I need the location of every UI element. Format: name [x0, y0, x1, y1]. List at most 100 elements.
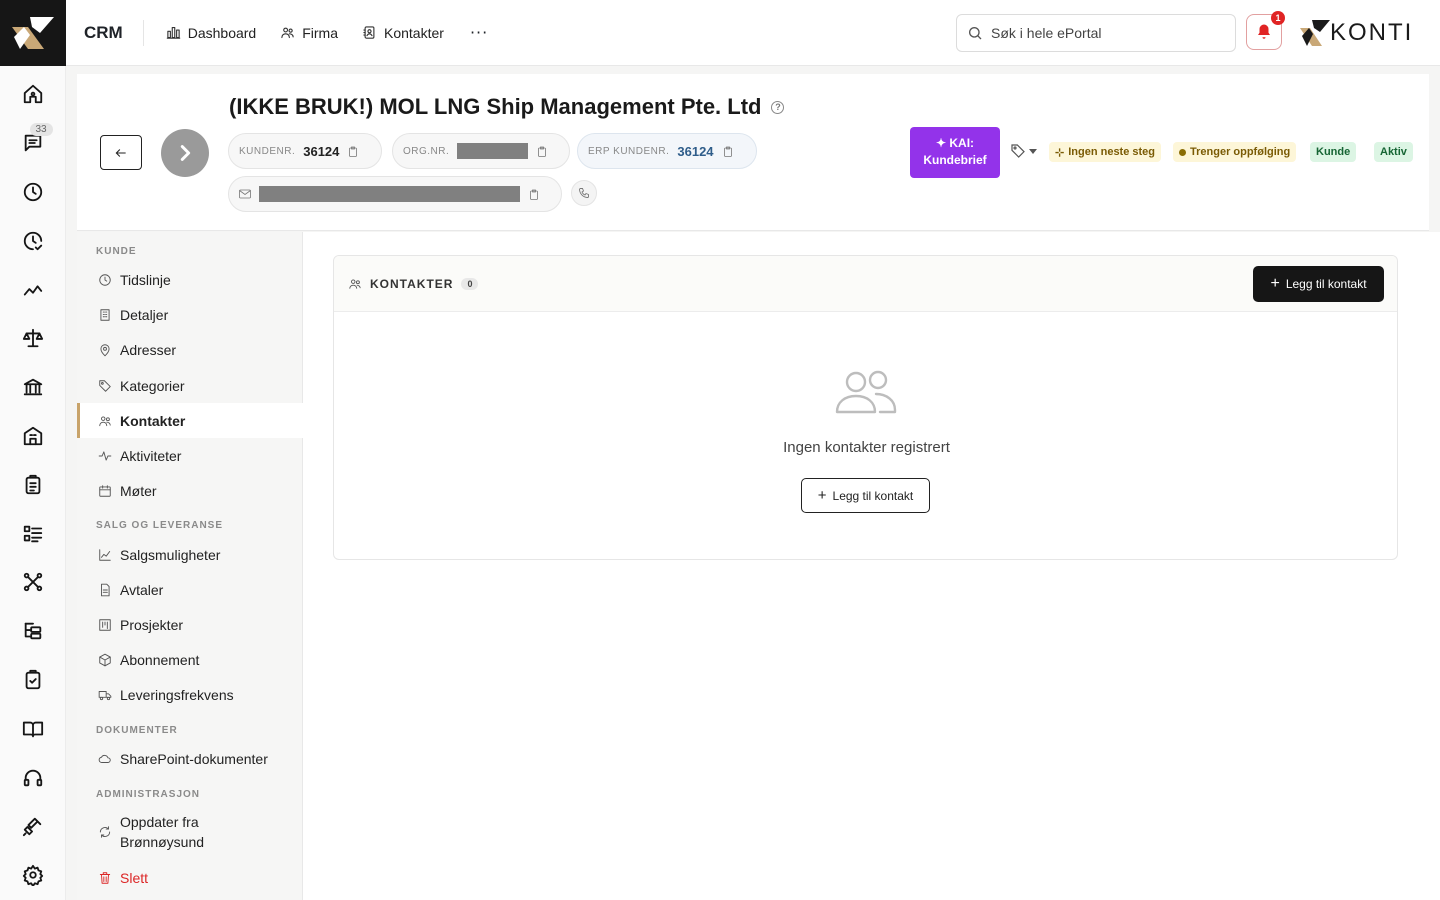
app-logo[interactable] — [0, 0, 66, 66]
sidebar-item-kategorier[interactable]: Kategorier — [77, 368, 303, 403]
clipboard-check-icon — [25, 669, 40, 690]
rail-messages[interactable]: 33 — [0, 119, 66, 168]
global-search[interactable] — [956, 14, 1236, 52]
module-title: CRM — [66, 19, 144, 46]
erp-chip: ERP KUNDENR. 36124 — [577, 133, 757, 169]
sidebar-item-detaljer[interactable]: Detaljer — [77, 297, 303, 332]
contacts-card-header: KONTAKTER 0 + Legg til kontakt — [334, 256, 1397, 312]
activity-icon — [98, 450, 112, 461]
oppdater-line-1: Oppdater fra — [120, 814, 199, 830]
copy-icon[interactable] — [536, 145, 548, 158]
customer-header: (IKKE BRUK!) MOL LNG Ship Management Pte… — [77, 74, 1429, 231]
sidebar-item-tidslinje[interactable]: Tidslinje — [77, 262, 303, 297]
rail-support[interactable] — [0, 753, 66, 802]
signpost-icon: ⊹ — [1055, 146, 1065, 159]
sidebar-item-label: Tidslinje — [120, 271, 171, 288]
add-contact-button[interactable]: + Legg til kontakt — [1253, 266, 1384, 302]
sidebar-item-slett[interactable]: Slett — [77, 860, 303, 895]
sidebar-item-kontakter[interactable]: Kontakter — [77, 403, 303, 438]
sidebar-item-leveringsfrekvens[interactable]: Leveringsfrekvens — [77, 677, 303, 712]
sidebar-item-label: Kategorier — [120, 377, 185, 394]
tree-icon — [24, 622, 41, 640]
copy-icon[interactable] — [347, 145, 359, 158]
back-button[interactable] — [100, 135, 142, 170]
rail-bank[interactable] — [0, 363, 66, 412]
contacts-card: KONTAKTER 0 + Legg til kontakt Ingen kon… — [333, 255, 1398, 560]
sidebar-item-label: Oppdater fra Brønnøysund — [120, 812, 204, 852]
copy-icon[interactable] — [528, 188, 540, 201]
kai-label: KAI: — [949, 136, 975, 150]
sidebar-item-label: Leveringsfrekvens — [120, 686, 234, 703]
sidebar-item-aktiviteter[interactable]: Aktiviteter — [77, 438, 303, 473]
rail-time-check[interactable] — [0, 216, 66, 265]
rail-lists[interactable] — [0, 509, 66, 558]
rail-settings[interactable] — [0, 851, 66, 900]
empty-add-contact-label: Legg til kontakt — [832, 488, 914, 503]
sidebar-item-moter[interactable]: Møter — [77, 473, 303, 508]
building-icon — [100, 308, 110, 321]
plus-icon: + — [817, 486, 827, 504]
rail-approvals[interactable] — [0, 656, 66, 705]
app-rail: 33 — [0, 0, 66, 900]
rail-docs[interactable] — [0, 704, 66, 753]
scale-icon — [22, 329, 43, 348]
more-menu-button[interactable]: ··· — [456, 23, 502, 42]
next-customer-button[interactable] — [161, 129, 209, 177]
rail-integrations[interactable] — [0, 558, 66, 607]
plus-icon: + — [1270, 275, 1280, 292]
copy-icon[interactable] — [722, 145, 734, 158]
add-contact-label: Legg til kontakt — [1285, 277, 1367, 291]
rail-legal[interactable] — [0, 314, 66, 363]
rail-plugins[interactable] — [0, 802, 66, 851]
truck-icon — [98, 690, 112, 700]
checklist-icon — [23, 525, 42, 542]
followup-badge[interactable]: Trenger oppfølging — [1173, 142, 1297, 162]
network-icon — [23, 573, 42, 592]
sidebar-item-oppdater-bronnoysund[interactable]: Oppdater fra Brønnøysund — [77, 809, 303, 855]
clock-icon — [23, 182, 42, 202]
calendar-icon — [99, 484, 111, 497]
sidebar-item-prosjekter[interactable]: Prosjekter — [77, 607, 303, 642]
messages-badge: 33 — [29, 122, 53, 136]
sidebar-item-label: Møter — [120, 482, 157, 499]
sidebar-item-label: Salgsmuligheter — [120, 546, 221, 563]
nav-kontakter[interactable]: Kontakter — [350, 25, 456, 41]
contacts-card-title: KONTAKTER — [370, 276, 454, 291]
email-chip — [228, 176, 562, 212]
rail-home[interactable] — [0, 70, 66, 119]
help-icon[interactable]: ? — [771, 100, 785, 114]
plug-icon — [22, 818, 41, 837]
notifications-button[interactable]: 1 — [1246, 11, 1285, 50]
rail-analytics[interactable] — [0, 265, 66, 314]
refresh-icon — [99, 826, 111, 838]
top-nav: Dashboard Firma Kontakter ··· — [154, 23, 502, 42]
tag-dropdown[interactable] — [1010, 143, 1037, 159]
sidebar-item-sharepoint[interactable]: SharePoint-dokumenter — [77, 741, 303, 776]
sidebar-item-adresser[interactable]: Adresser — [77, 332, 303, 367]
sidebar-item-avtaler[interactable]: Avtaler — [77, 572, 303, 607]
users-icon — [99, 415, 111, 426]
sidebar-item-label: Detaljer — [120, 306, 169, 323]
nav-dashboard[interactable]: Dashboard — [154, 25, 269, 41]
nav-firma-label: Firma — [302, 24, 338, 41]
page-title: (IKKE BRUK!) MOL LNG Ship Management Pte… — [229, 94, 785, 120]
sidebar-item-abonnement[interactable]: Abonnement — [77, 642, 303, 677]
sidebar-item-salgsmuligheter[interactable]: Salgsmuligheter — [77, 537, 303, 572]
caret-down-icon — [1029, 148, 1037, 154]
sidebar-item-label: Prosjekter — [120, 616, 184, 633]
rail-time[interactable] — [0, 168, 66, 217]
nav-firma[interactable]: Firma — [268, 25, 350, 41]
empty-add-contact-button[interactable]: + Legg til kontakt — [801, 478, 930, 513]
phone-button[interactable] — [571, 180, 597, 206]
kundenr-chip: KUNDENR. 36124 — [228, 133, 382, 169]
kanban-icon — [99, 618, 111, 631]
kai-kundebrief-button[interactable]: ✦ KAI: Kundebrief — [910, 127, 1000, 178]
chevron-right-icon — [180, 145, 191, 161]
next-step-badge[interactable]: ⊹ Ingen neste steg — [1049, 142, 1162, 162]
contacts-count: 0 — [461, 277, 479, 290]
search-input[interactable] — [991, 25, 1221, 41]
rail-tasks[interactable] — [0, 460, 66, 509]
rail-hierarchy[interactable] — [0, 607, 66, 656]
orgnr-label: ORG.NR. — [403, 145, 450, 157]
rail-buildings[interactable] — [0, 412, 66, 461]
